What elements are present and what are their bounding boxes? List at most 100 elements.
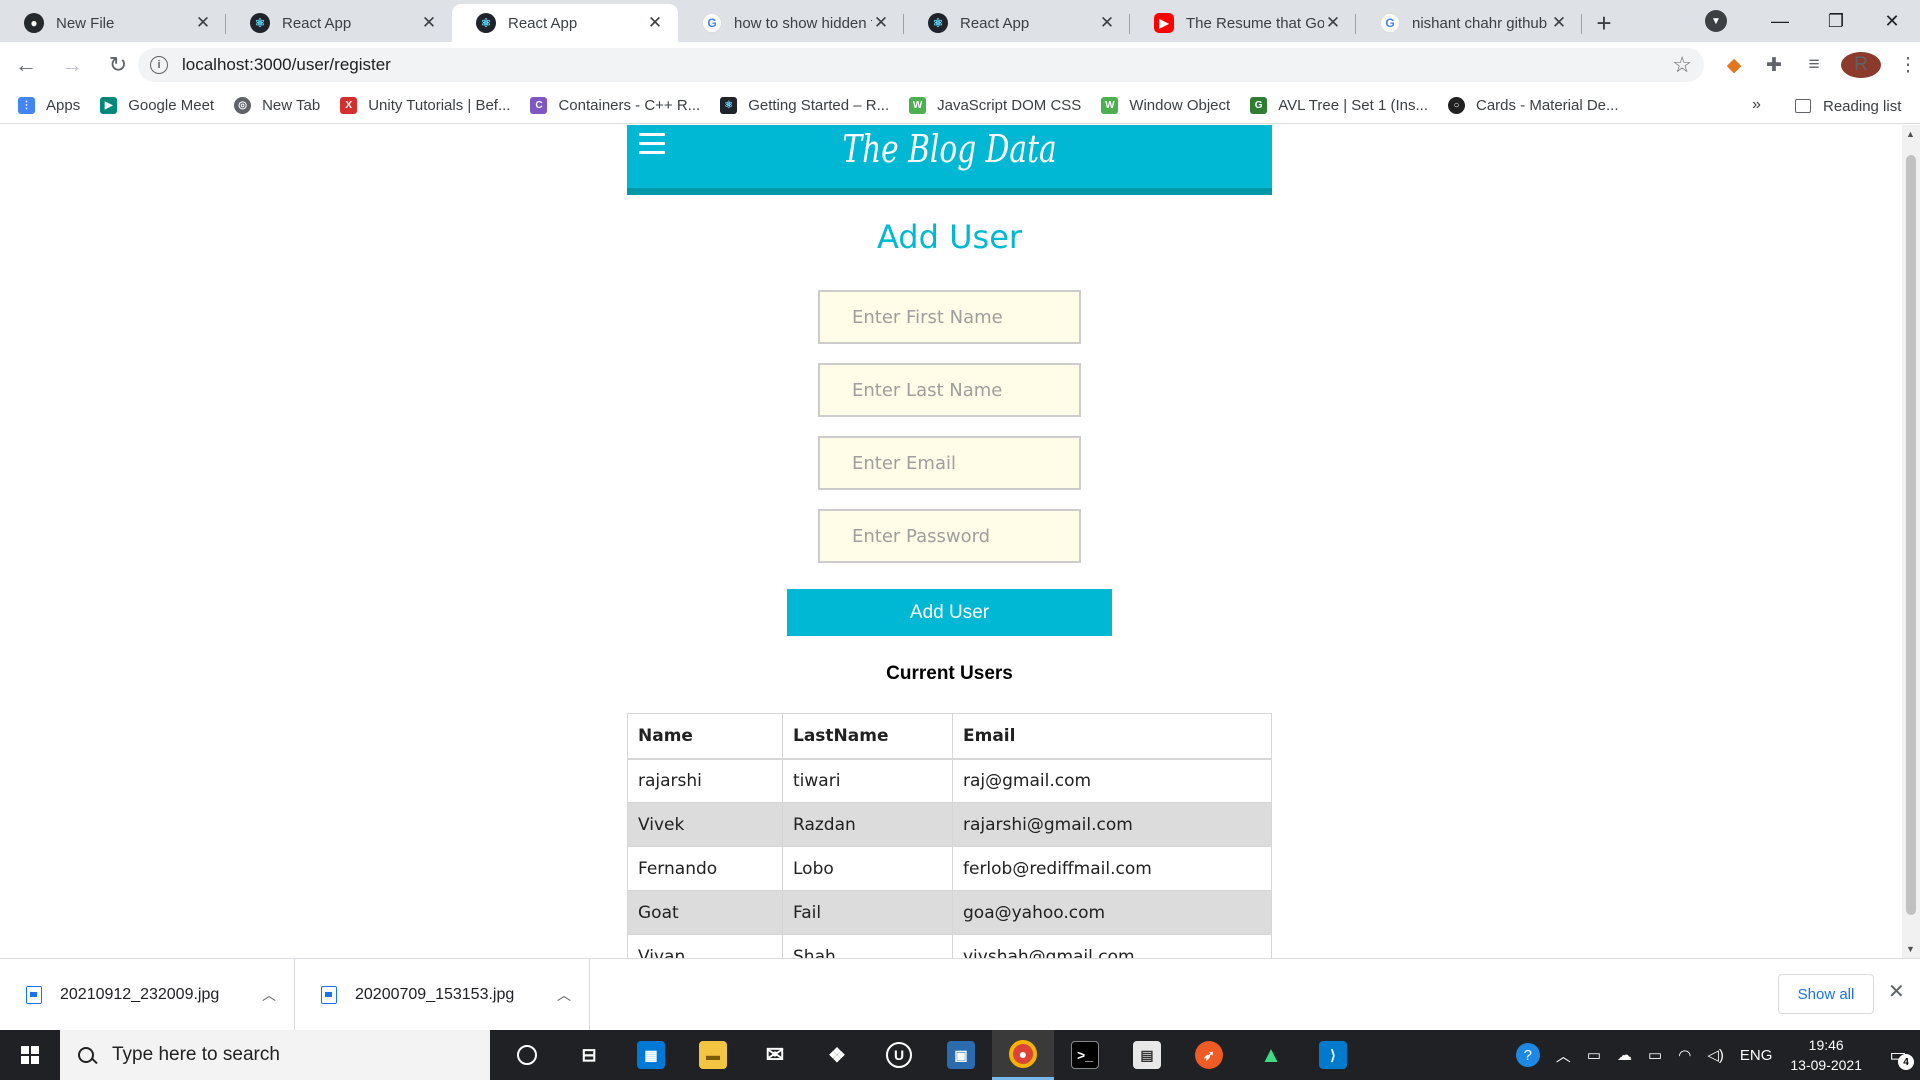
tab-1[interactable]: ⚛ React App ✕ <box>226 4 452 42</box>
brand-title[interactable]: The Blog Data <box>698 127 1201 171</box>
show-all-downloads-button[interactable]: Show all <box>1778 974 1874 1014</box>
bookmark-apps[interactable]: ⋮ Apps <box>18 97 80 114</box>
chrome-icon[interactable]: ● <box>992 1030 1054 1080</box>
bookmark-star-icon[interactable]: ☆ <box>1672 52 1692 78</box>
menu-kebab-icon[interactable]: ⋮ <box>1888 54 1920 77</box>
youtube-icon: ▶ <box>1154 13 1174 33</box>
meet-now-icon[interactable]: ▭ <box>1587 1046 1601 1064</box>
bookmark-label: JavaScript DOM CSS <box>937 97 1082 114</box>
tab-0[interactable]: ● New File ✕ <box>0 4 226 42</box>
tab-search-icon[interactable]: ▼ <box>1705 10 1727 32</box>
tab-6[interactable]: G nishant chahr github ✕ <box>1356 4 1582 42</box>
page-scrollbar[interactable]: ▲ ▼ <box>1902 125 1920 958</box>
bookmark-getting-started[interactable]: ⚛ Getting Started – R... <box>720 97 889 114</box>
vscode-icon[interactable]: ⟩ <box>1302 1030 1364 1080</box>
cpp-reference-icon: C <box>530 97 548 114</box>
app-header: The Blog Data <box>627 125 1272 195</box>
chevron-up-icon[interactable]: ︿ <box>244 985 294 1005</box>
close-icon[interactable]: ✕ <box>646 13 664 33</box>
store-icon[interactable]: ▦ <box>620 1030 682 1080</box>
close-icon[interactable]: ✕ <box>1098 13 1116 33</box>
download-item[interactable]: 20200709_153153.jpg ︿ <box>295 958 590 1031</box>
close-shelf-icon[interactable]: ✕ <box>1888 979 1905 1004</box>
scroll-up-icon[interactable]: ▲ <box>1906 129 1915 139</box>
hamburger-menu-icon[interactable] <box>639 133 665 155</box>
forward-icon[interactable]: → <box>52 52 92 78</box>
first-name-field[interactable] <box>818 290 1081 344</box>
minimize-icon[interactable]: — <box>1752 11 1808 32</box>
start-button[interactable] <box>0 1030 60 1080</box>
new-tab-button[interactable]: + <box>1582 4 1626 42</box>
scroll-down-icon[interactable]: ▼ <box>1906 944 1915 954</box>
avatar[interactable]: R <box>1841 52 1881 78</box>
tab-2-active[interactable]: ⚛ React App ✕ <box>452 4 678 42</box>
bookmarks-bar: ⋮ Apps ▶ Google Meet ◎ New Tab X Unity T… <box>0 88 1920 124</box>
address-bar[interactable]: i localhost:3000/user/register ☆ <box>138 48 1704 82</box>
android-studio-icon[interactable]: ▲ <box>1240 1030 1302 1080</box>
image-file-icon <box>321 985 337 1004</box>
bookmark-javascript-dom[interactable]: W JavaScript DOM CSS <box>909 97 1081 114</box>
last-name-field[interactable] <box>818 363 1081 417</box>
cortana-icon[interactable] <box>496 1030 558 1080</box>
chevron-up-icon[interactable]: ︿ <box>539 985 589 1005</box>
geeksforgeeks-icon: G <box>1250 97 1268 114</box>
dropbox-icon[interactable]: ❖ <box>806 1030 868 1080</box>
reload-icon[interactable]: ↻ <box>98 52 138 78</box>
close-icon[interactable]: ✕ <box>1324 13 1342 33</box>
reading-list-button[interactable]: Reading list <box>1795 88 1901 124</box>
apps-grid-icon: ⋮ <box>18 97 35 114</box>
scrollbar-thumb[interactable] <box>1906 155 1916 915</box>
bookmark-window-object[interactable]: W Window Object <box>1101 97 1230 114</box>
bookmark-cards-material[interactable]: ○ Cards - Material De... <box>1447 97 1619 114</box>
bookmarks-overflow-button[interactable]: » <box>1752 96 1761 114</box>
taskbar-search[interactable]: Type here to search <box>60 1030 490 1080</box>
terminal-icon[interactable]: >_ <box>1054 1030 1116 1080</box>
bookmark-label: Cards - Material De... <box>1475 97 1619 114</box>
unity-hub-icon[interactable]: U <box>868 1030 930 1080</box>
volume-icon[interactable]: ◁) <box>1707 1046 1724 1064</box>
sublime-icon[interactable]: ▤ <box>1116 1030 1178 1080</box>
mail-icon[interactable]: ✉ <box>744 1030 806 1080</box>
metamask-icon[interactable]: ◆ <box>1714 54 1754 77</box>
restore-icon[interactable]: ❐ <box>1808 11 1864 32</box>
close-icon[interactable]: ✕ <box>1550 13 1568 33</box>
site-info-icon[interactable]: i <box>150 56 168 74</box>
tab-3[interactable]: G how to show hidden f ✕ <box>678 4 904 42</box>
language-indicator[interactable]: ENG <box>1740 1047 1773 1064</box>
bookmark-label: Containers - C++ R... <box>558 97 701 114</box>
battery-icon[interactable]: ▭ <box>1648 1046 1662 1064</box>
bookmark-avl-tree[interactable]: G AVL Tree | Set 1 (Ins... <box>1250 97 1428 114</box>
clock[interactable]: 19:46 13-09-2021 <box>1790 1035 1862 1075</box>
onedrive-icon[interactable]: ☁ <box>1617 1046 1632 1064</box>
chevron-up-icon[interactable]: ︿ <box>1556 1045 1571 1066</box>
back-icon[interactable]: ← <box>6 52 46 78</box>
bookmark-google-meet[interactable]: ▶ Google Meet <box>100 97 214 114</box>
tab-4[interactable]: ⚛ React App ✕ <box>904 4 1130 42</box>
url-text[interactable]: localhost:3000/user/register <box>182 55 391 75</box>
add-user-button[interactable]: Add User <box>787 589 1112 636</box>
bookmark-containers[interactable]: C Containers - C++ R... <box>530 97 700 114</box>
postman-icon[interactable]: ➶ <box>1178 1030 1240 1080</box>
file-explorer-icon[interactable]: ▬ <box>682 1030 744 1080</box>
extensions-puzzle-icon[interactable]: ✚ <box>1754 54 1794 77</box>
media-queue-icon[interactable]: ≡ <box>1794 54 1834 76</box>
help-icon[interactable]: ? <box>1515 1043 1540 1067</box>
bookmark-new-tab[interactable]: ◎ New Tab <box>234 97 320 114</box>
bookmark-label: Unity Tutorials | Bef... <box>368 97 511 114</box>
task-view-icon[interactable]: ⊟ <box>558 1030 620 1080</box>
close-icon[interactable]: ✕ <box>420 13 438 33</box>
password-field[interactable] <box>818 509 1081 563</box>
close-icon[interactable]: ✕ <box>194 13 212 33</box>
bookmark-unity-tutorials[interactable]: X Unity Tutorials | Bef... <box>340 97 510 114</box>
close-icon[interactable]: ✕ <box>872 13 890 33</box>
wifi-icon[interactable]: ◠ <box>1678 1046 1691 1064</box>
notification-center-icon[interactable]: ▭ 4 <box>1876 1030 1920 1080</box>
react-icon: ⚛ <box>476 13 496 33</box>
remote-desktop-icon[interactable]: ▣ <box>930 1030 992 1080</box>
window-close-icon[interactable]: ✕ <box>1864 11 1920 32</box>
email-field[interactable] <box>818 436 1081 490</box>
react-icon: ⚛ <box>928 13 948 33</box>
download-item[interactable]: 20210912_232009.jpg ︿ <box>0 958 295 1031</box>
tab-5[interactable]: ▶ The Resume that Got ✕ <box>1130 4 1356 42</box>
download-filename: 20210912_232009.jpg <box>60 985 220 1003</box>
